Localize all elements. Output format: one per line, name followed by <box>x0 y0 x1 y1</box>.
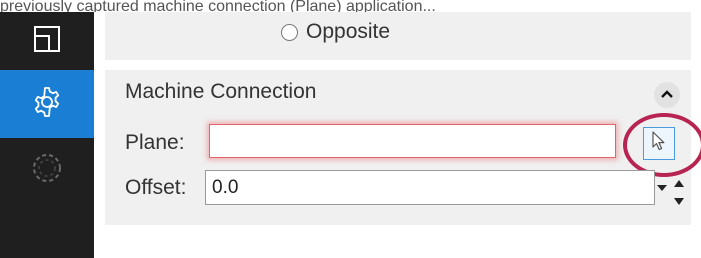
dashed-circle-icon <box>30 151 64 190</box>
side-options-card: Opposite <box>105 12 691 60</box>
offset-label: Offset: <box>125 176 187 199</box>
sidebar-item-layout[interactable] <box>0 12 94 70</box>
plane-pick-button[interactable] <box>643 127 675 160</box>
gear-icon <box>30 85 64 124</box>
offset-input[interactable] <box>205 170 655 205</box>
sidebar <box>0 12 94 258</box>
radio-circle-icon <box>281 23 298 41</box>
offset-spinner[interactable] <box>671 170 687 205</box>
sidebar-item-selection[interactable] <box>0 138 94 202</box>
collapse-button[interactable] <box>654 82 680 108</box>
caret-down-icon <box>657 179 667 197</box>
section-title: Machine Connection <box>125 80 317 103</box>
offset-dropdown-button[interactable] <box>655 178 669 198</box>
plane-input[interactable] <box>209 124 616 158</box>
machine-connection-card: Machine Connection Plane: Offset: <box>105 70 701 225</box>
chevron-up-icon <box>660 86 674 104</box>
sidebar-item-settings[interactable] <box>0 70 94 138</box>
plane-label: Plane: <box>125 131 185 154</box>
spin-down-icon[interactable] <box>674 192 684 210</box>
opposite-radio[interactable]: Opposite <box>281 20 390 44</box>
caption-fragment: previously captured machine connection (… <box>0 0 701 12</box>
properties-panel: Opposite Machine Connection Plane: Offse… <box>94 12 701 258</box>
spin-up-icon[interactable] <box>674 174 684 192</box>
layout-icon <box>32 24 62 59</box>
opposite-radio-label: Opposite <box>306 20 391 43</box>
cursor-pick-icon <box>651 130 667 157</box>
